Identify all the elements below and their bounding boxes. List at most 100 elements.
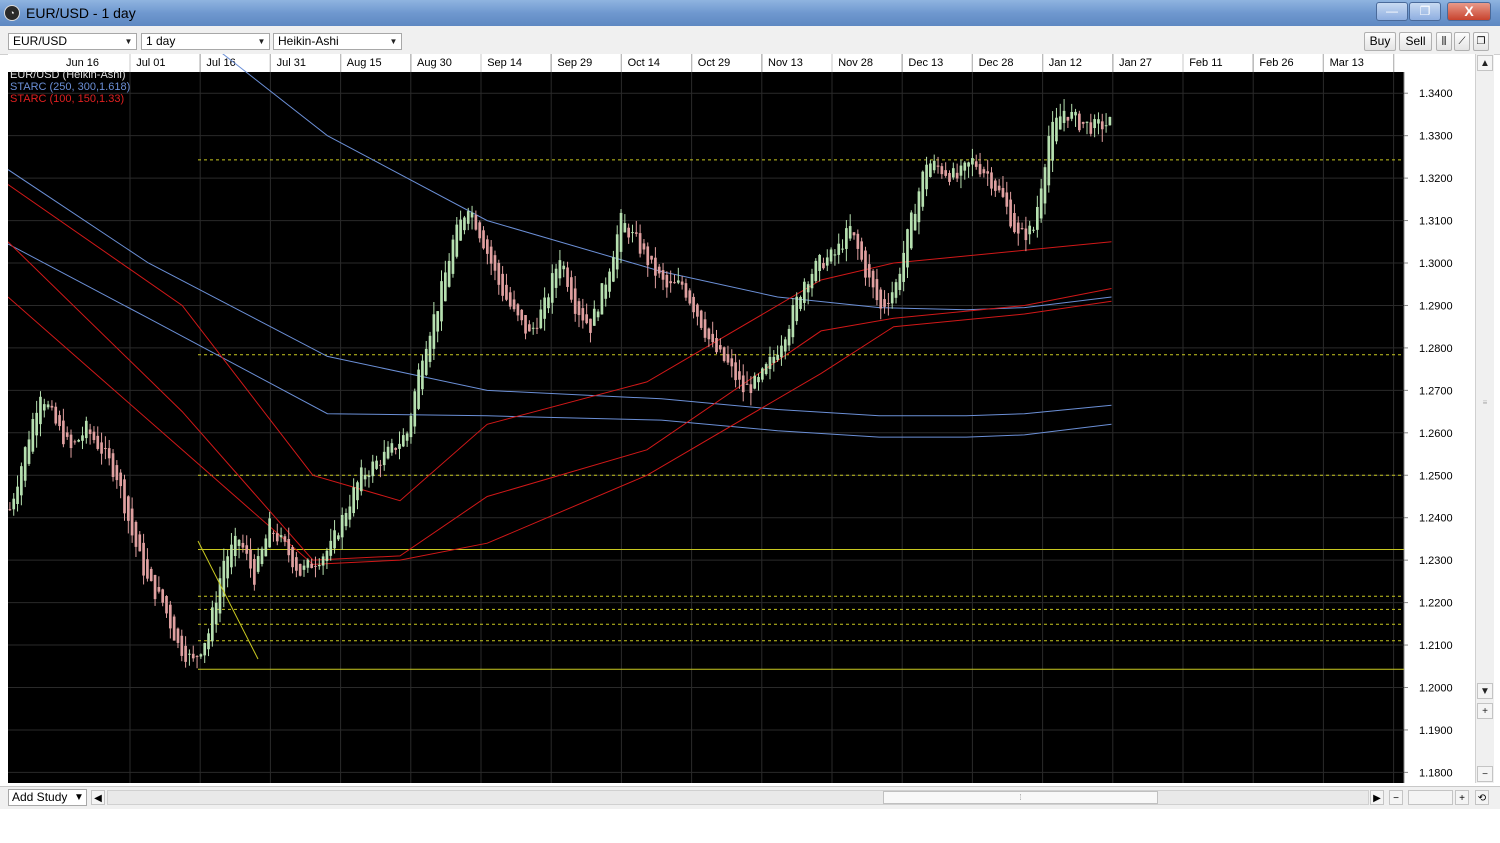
scroll-grip-icon[interactable]: ≡ [1477,397,1493,411]
candle-body [612,257,615,282]
candle-body [153,575,157,600]
candle-body [1009,199,1012,227]
candle-body [428,335,432,362]
candle-body [478,222,482,239]
candle-body [119,472,123,487]
candle-body [436,311,440,332]
chart-canvas[interactable]: Jun 16 Jul 01 Jul 16 Jul 31 Aug 15 Aug 30 Sep … [7,0,1475,783]
candle-body [657,266,661,274]
price-tick-label: 1.2300 [1419,555,1453,567]
maximize-button[interactable]: ❐ [1409,2,1441,21]
price-tick-label: 1.2200 [1419,598,1453,610]
candle-body [917,191,921,223]
date-tick-label: Oct 29 [698,57,730,69]
candle-body [417,369,420,409]
candle-body [107,448,111,459]
legend-starc-long-label: STARC (250, 300,1.618) [10,81,130,93]
zoom-in-icon[interactable]: + [1455,790,1469,805]
candle-body [1001,188,1005,197]
candle-body [634,232,638,234]
legend-series-label: EUR/USD (Heikin-Ashi) [10,69,126,81]
candle-body [46,404,50,408]
minimize-button[interactable]: — [1376,2,1408,21]
buy-button[interactable]: Buy [1364,32,1396,51]
vertical-scrollbar[interactable]: ▲ ≡ ▼ + − [1475,54,1494,783]
candle-body [287,539,291,556]
candle-body [1081,121,1085,124]
candle-body [738,371,741,380]
detach-window-icon[interactable]: ❐ [1473,32,1489,51]
candle-body [497,262,501,285]
candle-body [550,273,554,303]
candle-body [398,443,401,449]
candle-body [165,596,168,614]
candle-body [1104,125,1108,127]
date-tick-label: Jan 27 [1119,57,1152,69]
candle-body [589,318,592,333]
interval-select[interactable]: 1 day ▼ [141,33,270,50]
candle-body [787,328,791,346]
candle-body [761,368,764,380]
candle-body [520,309,524,321]
price-chart[interactable]: Jun 16 Jul 01 Jul 16 Jul 31 Aug 15 Aug 30 Sep … [7,0,1475,783]
scroll-up-icon[interactable]: ▲ [1477,55,1493,71]
price-tick-label: 1.1900 [1419,725,1453,737]
candle-body [512,299,516,310]
horizontal-scroll-thumb[interactable]: ⁞ [883,791,1158,804]
sell-button[interactable]: Sell [1399,32,1432,51]
zoom-out-icon[interactable]: − [1389,790,1403,805]
chart-style-value: Heikin-Ashi [278,34,339,48]
candle-body [673,282,676,284]
candle-body [951,168,955,178]
candle-body [1070,111,1074,119]
zoom-slider[interactable] [1408,790,1453,805]
zoom-out-icon[interactable]: − [1477,766,1493,782]
candle-body [875,279,879,301]
candle-body [848,226,852,239]
candle-body [516,304,520,316]
candle-body [654,257,657,276]
candle-body [386,446,390,459]
candle-body [837,243,841,255]
bar-chart-icon[interactable]: ⫼ [1436,32,1452,51]
price-tick-label: 1.3300 [1419,131,1453,143]
draw-line-icon[interactable]: ⟋ [1454,32,1470,51]
candle-body [214,602,218,625]
candle-body [134,522,138,547]
chevron-down-icon[interactable]: ▼ [72,790,86,805]
candle-body [1016,222,1020,234]
symbol-select[interactable]: EUR/USD ▼ [8,33,137,50]
candle-body [1074,111,1077,116]
candle-body [734,362,737,381]
candle-body [111,453,115,477]
candle-body [909,212,913,249]
candle-body [348,506,352,520]
scroll-down-icon[interactable]: ▼ [1477,683,1493,699]
horizontal-scroll-track[interactable]: ⁞ [107,790,1369,805]
candle-body [810,273,814,289]
candle-body [363,474,367,480]
candle-body [1043,167,1047,204]
date-tick-label: Feb 11 [1189,57,1222,69]
close-button[interactable]: X [1447,2,1491,21]
chart-statusbar: Add Study ▼ ◀ ⁞ ▶ − + ⟲ [0,786,1500,809]
candle-body [997,185,1001,191]
candle-body [978,164,982,175]
scroll-right-icon[interactable]: ▶ [1370,790,1384,805]
reset-view-icon[interactable]: ⟲ [1475,790,1489,805]
chart-style-select[interactable]: Heikin-Ashi ▼ [273,33,402,50]
candle-body [1078,113,1081,131]
candle-body [447,260,451,287]
candle-body [191,653,195,659]
candle-body [27,439,31,464]
candle-body [501,273,504,296]
candle-body [375,460,378,469]
zoom-in-icon[interactable]: + [1477,703,1493,719]
candle-body [314,565,317,567]
scroll-left-icon[interactable]: ◀ [91,790,105,805]
candle-body [489,246,493,264]
candle-body [279,535,283,538]
candle-body [184,645,187,662]
candle-body [325,550,329,561]
candle-body [1093,119,1096,129]
